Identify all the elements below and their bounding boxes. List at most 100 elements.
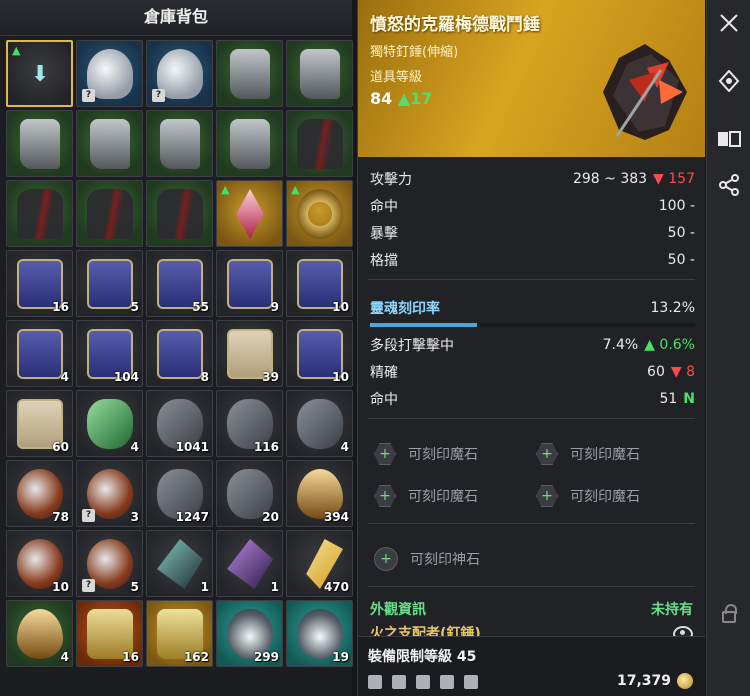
compare-icon <box>718 131 741 147</box>
item-count: 4 <box>60 370 69 384</box>
share-button[interactable] <box>707 162 750 208</box>
stat-value: 50 - <box>667 224 695 241</box>
soul-imprint-row: 靈魂刻印率 13.2% <box>370 294 695 321</box>
inventory-slot[interactable]: 299 <box>216 600 283 667</box>
inventory-slot[interactable] <box>6 110 73 177</box>
bound-badge-icon: ? <box>82 89 95 102</box>
stat-delta: N <box>683 391 695 407</box>
item-count: 60 <box>52 440 69 454</box>
inventory-slot[interactable] <box>76 180 143 247</box>
manastone-socket[interactable]: + 可刻印魔石 <box>370 485 532 507</box>
scroll-item-icon <box>17 329 63 379</box>
inventory-slot[interactable]: 55 <box>146 250 213 317</box>
inventory-slot[interactable] <box>286 110 353 177</box>
compare-button[interactable] <box>707 116 750 162</box>
inventory-slot[interactable]: 9 <box>216 250 283 317</box>
item-count: 470 <box>323 580 349 594</box>
cloak-item-icon <box>297 119 343 169</box>
inventory-slot[interactable] <box>146 110 213 177</box>
item-count: 20 <box>262 510 279 524</box>
stat-row: 暴擊 50 - <box>370 219 695 246</box>
manastone-socket[interactable]: + 可刻印魔石 <box>532 485 694 507</box>
divine-socket-plus-icon: + <box>374 547 398 571</box>
inventory-slot[interactable]: 10 <box>286 320 353 387</box>
stat-value-group: 298 ~ 383 ▼ 157 <box>573 171 695 187</box>
manastone-socket[interactable]: + 可刻印魔石 <box>370 443 532 465</box>
cloak-item-icon <box>17 189 63 239</box>
inventory-slot[interactable]: 16 <box>76 600 143 667</box>
item-count: 3 <box>130 510 139 524</box>
inventory-slot[interactable]: 4 <box>76 390 143 457</box>
inventory-slot[interactable]: 16 <box>6 250 73 317</box>
inventory-slot[interactable] <box>286 40 353 107</box>
item-count: 394 <box>323 510 349 524</box>
inventory-slot[interactable]: 1247 <box>146 460 213 527</box>
inventory-slot[interactable]: 4 <box>286 390 353 457</box>
divider <box>368 586 695 587</box>
inventory-slot[interactable]: ▲ <box>216 180 283 247</box>
inventory-slot[interactable] <box>76 110 143 177</box>
inventory-slot[interactable] <box>216 110 283 177</box>
inventory-slot[interactable]: 116 <box>216 390 283 457</box>
stat-value-group: 51 N <box>659 391 695 407</box>
level-up-arrow-icon: ▲ <box>397 89 411 108</box>
stat-label: 攻擊力 <box>370 171 412 188</box>
inventory-slot[interactable]: 78 <box>6 460 73 527</box>
stat-delta: ▼ 157 <box>653 171 695 187</box>
inventory-grid: ⬇ ▲?? ▲ ▲ 16 5 55 9 10 4 104 8 39 10 60 4 1041 116 4 78? 3 12… <box>6 40 353 667</box>
lock-item-button[interactable] <box>707 596 750 632</box>
inventory-slot[interactable]: 4 <box>6 600 73 667</box>
socket-label: 可刻印魔石 <box>570 447 640 463</box>
stat-delta-value: 8 <box>686 363 695 380</box>
inventory-slot[interactable]: ? 3 <box>76 460 143 527</box>
inventory-slot[interactable]: 39 <box>216 320 283 387</box>
locate-button[interactable] <box>707 58 750 104</box>
inventory-slot[interactable]: 60 <box>6 390 73 457</box>
inventory-slot[interactable]: 4 <box>6 320 73 387</box>
inventory-slot[interactable]: ⬇ ▲ <box>6 40 73 107</box>
item-count: 19 <box>332 650 349 664</box>
stat-label: 格擋 <box>370 252 398 269</box>
inventory-slot[interactable]: 394 <box>286 460 353 527</box>
upgrade-arrow-icon: ▲ <box>12 44 21 57</box>
inventory-slot[interactable] <box>146 180 213 247</box>
inventory-slot[interactable]: 19 <box>286 600 353 667</box>
item-count: 10 <box>332 370 349 384</box>
stat-row: 格擋 50 - <box>370 246 695 273</box>
manastone-socket[interactable]: + 可刻印魔石 <box>532 443 694 465</box>
cloak-item-icon <box>157 189 203 239</box>
socket-list: + 可刻印魔石 + 可刻印魔石 + 可刻印魔石 + 可刻印魔石 <box>358 425 705 517</box>
stat-label: 多段打擊擊中 <box>370 337 454 354</box>
inventory-slot[interactable]: 1041 <box>146 390 213 457</box>
item-count: 16 <box>122 650 139 664</box>
socket-plus-icon: + <box>536 485 558 507</box>
item-count: 104 <box>113 370 139 384</box>
inventory-slot[interactable]: 470 <box>286 530 353 597</box>
inventory-slot[interactable]: ? <box>146 40 213 107</box>
stat-value-group: 50 - <box>668 225 695 241</box>
soul-stat-list: 多段打擊擊中 7.4% ▲ 0.6% 精確 60 ▼ 8 命中 51 N <box>370 331 695 412</box>
item-name: 憤怒的克羅梅德戰鬥錘 <box>370 15 540 35</box>
inventory-slot[interactable]: 10 <box>6 530 73 597</box>
close-button[interactable] <box>707 0 750 46</box>
inventory-slot[interactable] <box>216 40 283 107</box>
inventory-slot[interactable]: ? <box>76 40 143 107</box>
inventory-slot[interactable]: 20 <box>216 460 283 527</box>
inventory-slot[interactable]: 162 <box>146 600 213 667</box>
inventory-slot[interactable]: 10 <box>286 250 353 317</box>
inventory-slot[interactable]: 1 <box>146 530 213 597</box>
item-count: 16 <box>52 300 69 314</box>
item-count: 10 <box>332 300 349 314</box>
inventory-slot[interactable]: ▲ <box>286 180 353 247</box>
inventory-slot[interactable]: 5 <box>76 250 143 317</box>
stone-item-icon <box>297 399 343 449</box>
divine-socket[interactable]: + 可刻印神石 <box>370 547 532 571</box>
inventory-slot[interactable]: 104 <box>76 320 143 387</box>
inventory-slot[interactable]: 8 <box>146 320 213 387</box>
close-icon <box>720 14 738 32</box>
socket-label: 可刻印魔石 <box>408 447 478 463</box>
inventory-slot[interactable]: 1 <box>216 530 283 597</box>
inventory-slot[interactable]: ? 5 <box>76 530 143 597</box>
item-count: 78 <box>52 510 69 524</box>
inventory-slot[interactable] <box>6 180 73 247</box>
